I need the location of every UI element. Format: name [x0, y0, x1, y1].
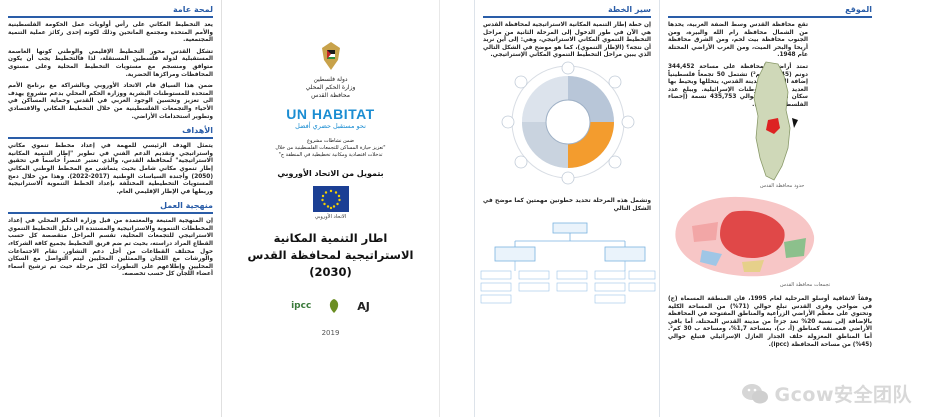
leaf-logo-icon	[330, 299, 339, 313]
planning-cycle-diagram	[501, 61, 635, 185]
unhabitat-logo: UN HABITAT	[286, 106, 375, 122]
document-title-line-2: الاستراتيجية لمحافظة القدس	[247, 248, 414, 262]
palestine-emblem-icon	[321, 42, 340, 70]
communities-caption: تجمعات محافظة القدس	[780, 282, 831, 288]
overview-text-1: يعد التخطيط المكاني على رأس أولويات عمل …	[8, 22, 213, 44]
ipcc-logo: ipcc	[291, 301, 312, 311]
plan-progress-heading: سير الخطة	[483, 5, 651, 18]
overview-text-3: ضمن هذا السياق قام الاتحاد الأوروبي وبال…	[8, 83, 213, 120]
aj-logo: AJ	[357, 299, 370, 313]
wechat-icon	[741, 383, 768, 403]
overview-heading: لمحة عامة	[8, 5, 213, 18]
watermark-text: Gcow安全团队	[774, 384, 912, 406]
eu-caption: الاتحاد الأوروبي	[314, 214, 347, 220]
location-text-3: وفقاً لاتفاقية أوسلو المرحلية لعام 1995،…	[668, 296, 873, 348]
location-text-1: تقع محافظة القدس وسط الضفة الغربية، يحده…	[668, 22, 808, 59]
document-title-line-3: (2030)	[309, 265, 352, 279]
methodology-heading: منهجية العمل	[8, 201, 213, 215]
plan-steps-flowchart	[480, 222, 656, 304]
plan-progress-panel: سير الخطة إن خطة إطار التنمية المكانية ا…	[474, 0, 660, 417]
publication-year: 2019	[321, 329, 340, 337]
state-label: دولة فلسطين	[313, 76, 348, 83]
right-margin	[880, 0, 940, 417]
cover-panel: دولة فلسطين وزارة الحكم المحلي محافظة ال…	[222, 0, 440, 417]
objectives-text: يتمثل الهدف الرئيسي للمهمة في إعداد مخطط…	[8, 143, 213, 195]
partner-logos: ipcc AJ	[291, 297, 370, 315]
overview-panel: لمحة عامة يعد التخطيط المكاني على رأس أو…	[0, 0, 222, 417]
jerusalem-communities-map	[675, 196, 815, 277]
project-line-3: تدخلات اقتصادية ومكانية تخطيطية في المنط…	[278, 152, 383, 158]
plan-steps-text: وتشمل هذه المرحلة تحديد خطوتين مهمتين كم…	[483, 197, 651, 212]
watermark: Gcow安全团队	[741, 380, 912, 407]
overview-text-2: تشكل القدس محور التخطيط الإقليمي والوطني…	[8, 48, 213, 78]
objectives-heading: الأهداف	[8, 126, 213, 140]
methodology-text: إن المنهجية المتبعة والمعتمدة من قبل وزا…	[8, 218, 213, 278]
funding-label: بتمويل من الاتحاد الأوروبي	[277, 169, 384, 178]
west-bank-map	[753, 61, 798, 181]
page-gap	[440, 0, 474, 417]
governorate-border-caption: حدود محافظة القدس	[760, 183, 805, 189]
governorate-label: محافظة القدس	[311, 92, 350, 99]
plan-progress-text: إن خطة إطار التنمية المكانية الاستراتيجي…	[483, 22, 651, 59]
document-title-line-1: اطار التنمية المكانية	[273, 231, 388, 245]
ministry-label: وزارة الحكم المحلي	[305, 84, 356, 91]
eu-flag-icon	[312, 186, 349, 212]
unhabitat-tagline: نحو مستقبل حضري أفضل	[295, 122, 366, 130]
project-line-2: "تعزيز حيازة المساكن للتجمعات الفلسطينية…	[275, 145, 386, 151]
project-line-1: ضمن نشاطات مشروع	[306, 138, 354, 144]
location-heading: الموقع	[668, 5, 872, 18]
